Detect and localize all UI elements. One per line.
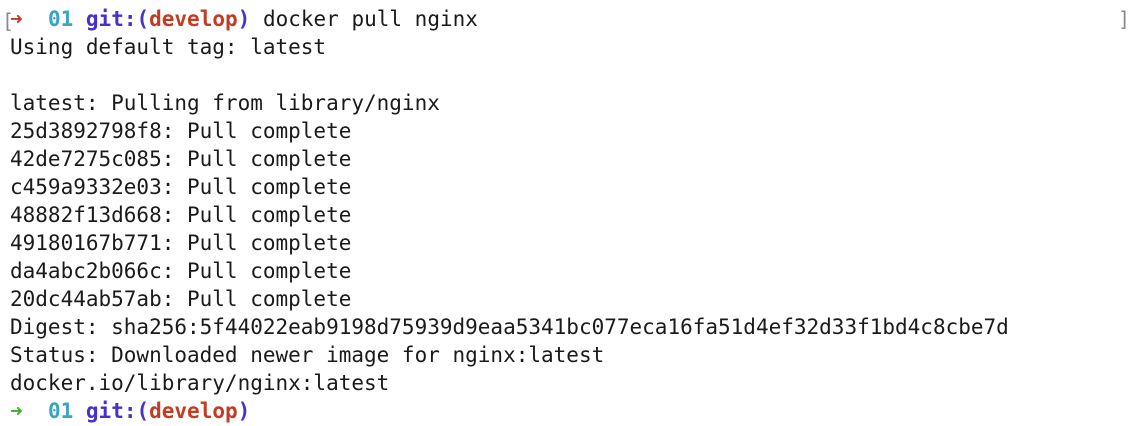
output-line: 25d3892798f8: Pull complete (10, 119, 352, 143)
output-line: da4abc2b066c: Pull complete (10, 259, 352, 283)
prompt-branch: develop (149, 399, 238, 423)
output-line-digest: Digest: sha256:5f44022eab9198d75939d9eaa… (10, 315, 1009, 339)
output-line: 48882f13d668: Pull complete (10, 203, 352, 227)
output-line: Using default tag: latest (10, 35, 327, 59)
output-line: 20dc44ab57ab: Pull complete (10, 287, 352, 311)
output-line: 49180167b771: Pull complete (10, 231, 352, 255)
output-line: 42de7275c085: Pull complete (10, 147, 352, 171)
prompt-git-close: ) (237, 399, 251, 423)
prompt-git-close: ) (237, 7, 251, 31)
prompt-branch: develop (149, 7, 238, 31)
terminal-window[interactable]: [ ] ➜ 01 git:(develop) docker pull nginx… (0, 0, 1136, 426)
prompt-directory: 01 (47, 399, 74, 423)
selection-bracket-left: [ (2, 9, 15, 33)
prompt-line-2[interactable]: ➜ 01 git:(develop) (10, 397, 1136, 425)
prompt-arrow-icon: ➜ (10, 399, 23, 423)
output-line-image-ref: docker.io/library/nginx:latest (10, 371, 390, 395)
output-line: latest: Pulling from library/nginx (10, 91, 440, 115)
prompt-git-label: git:( (85, 7, 150, 31)
output-line-status: Status: Downloaded newer image for nginx… (10, 343, 605, 367)
prompt-directory: 01 (47, 7, 74, 31)
prompt-line-1: ➜ 01 git:(develop) docker pull nginx (10, 5, 1136, 33)
output-line-blank (10, 61, 1136, 89)
prompt-git-label: git:( (85, 399, 150, 423)
output-line: c459a9332e03: Pull complete (10, 175, 352, 199)
selection-bracket-right: ] (1117, 7, 1130, 31)
command-text: docker pull nginx (262, 7, 478, 31)
